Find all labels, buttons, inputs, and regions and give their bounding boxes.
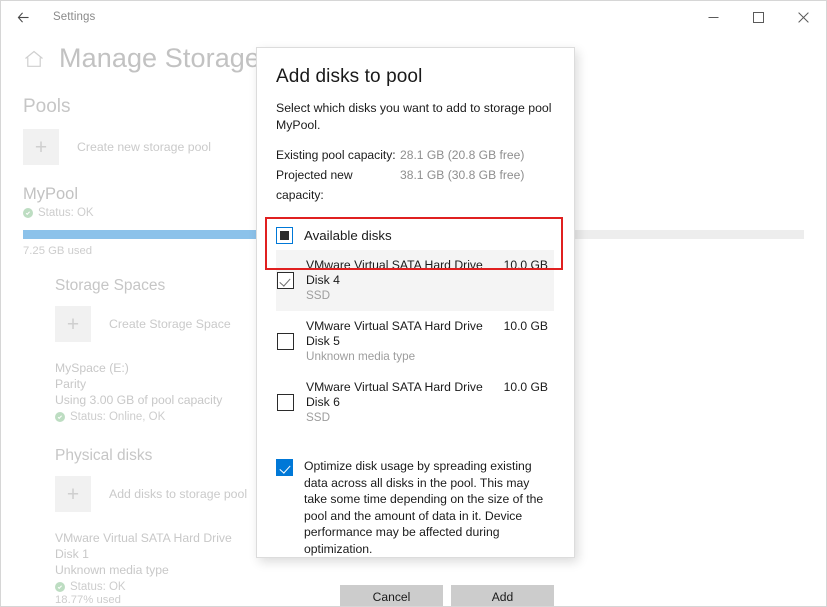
disk-checkbox[interactable]	[277, 333, 294, 350]
optimize-checkbox[interactable]	[276, 459, 293, 476]
plus-icon: +	[55, 306, 91, 342]
add-disks-to-storage-pool-label: Add disks to storage pool	[109, 487, 248, 501]
available-disks-select-all[interactable]: Available disks	[276, 227, 554, 244]
disk-media: SSD	[306, 289, 331, 302]
disk-list-item[interactable]: VMware Virtual SATA Hard Drive 10.0 GB D…	[276, 250, 554, 311]
back-arrow-icon	[17, 11, 29, 23]
minimize-button[interactable]	[691, 1, 736, 33]
optimize-disk-usage-option[interactable]: Optimize disk usage by spreading existin…	[276, 458, 554, 557]
plus-icon: +	[55, 476, 91, 512]
dialog-description: Select which disks you want to add to st…	[276, 101, 552, 132]
minimize-icon	[708, 16, 719, 18]
status-ok-icon	[55, 412, 65, 422]
disk-checkbox[interactable]	[277, 272, 294, 289]
disk-model: VMware Virtual SATA Hard Drive	[306, 380, 483, 394]
plus-icon: +	[23, 129, 59, 165]
existing-capacity-label: Existing pool capacity:	[276, 148, 396, 162]
available-disks-list: VMware Virtual SATA Hard Drive 10.0 GB D…	[276, 250, 554, 433]
create-storage-space-label: Create Storage Space	[109, 317, 231, 331]
dialog-title: Add disks to pool	[276, 66, 423, 87]
disk-list-item[interactable]: VMware Virtual SATA Hard Drive 10.0 GB D…	[276, 372, 554, 433]
create-new-storage-pool-label: Create new storage pool	[77, 140, 211, 154]
maximize-button[interactable]	[736, 1, 781, 33]
disk-media: SSD	[306, 411, 331, 424]
back-button[interactable]	[1, 1, 45, 33]
cancel-button[interactable]: Cancel	[340, 585, 443, 606]
disk-number: Disk 6	[306, 395, 340, 409]
existing-capacity-row: Existing pool capacity: 28.1 GB (20.8 GB…	[276, 145, 554, 165]
disk-model: VMware Virtual SATA Hard Drive	[306, 258, 483, 272]
disk-list-item[interactable]: VMware Virtual SATA Hard Drive 10.0 GB D…	[276, 311, 554, 372]
disk-number: Disk 4	[306, 273, 340, 287]
space-status-label: Status: Online, OK	[70, 411, 166, 423]
projected-capacity-value: 38.1 GB (30.8 GB free)	[400, 168, 525, 182]
projected-capacity-label: Projected new capacity:	[276, 168, 353, 202]
dialog-buttons: Cancel Add	[276, 585, 554, 606]
pool-status-label: Status: OK	[38, 207, 94, 219]
disk-checkbox[interactable]	[277, 394, 294, 411]
add-disks-to-pool-dialog: Add disks to pool Select which disks you…	[256, 47, 575, 606]
disk-size: 10.0 GB	[503, 258, 548, 272]
available-disks-label: Available disks	[304, 228, 392, 243]
maximize-icon	[753, 11, 764, 23]
close-icon	[798, 11, 809, 23]
status-ok-icon	[55, 582, 65, 592]
home-icon[interactable]	[23, 48, 45, 70]
disk-number: Disk 5	[306, 334, 340, 348]
status-ok-icon	[23, 208, 33, 218]
close-button[interactable]	[781, 1, 826, 33]
disk-size: 10.0 GB	[503, 319, 548, 333]
optimize-label: Optimize disk usage by spreading existin…	[304, 459, 544, 556]
physical-disk-status-label: Status: OK	[70, 581, 126, 593]
physical-disk-media: Unknown media type	[55, 563, 169, 577]
add-button[interactable]: Add	[451, 585, 554, 606]
disk-size: 10.0 GB	[503, 380, 548, 394]
existing-capacity-value: 28.1 GB (20.8 GB free)	[400, 148, 525, 162]
disk-model: VMware Virtual SATA Hard Drive	[306, 319, 483, 333]
available-disks-checkbox[interactable]	[276, 227, 293, 244]
projected-capacity-row: Projected new capacity: 38.1 GB (30.8 GB…	[276, 165, 554, 205]
disk-media: Unknown media type	[306, 350, 416, 363]
app-title: Settings	[53, 11, 96, 23]
window-controls	[691, 1, 826, 33]
settings-window: Settings Manage Storage Spaces Pools + C…	[0, 0, 827, 607]
title-bar: Settings	[1, 1, 826, 33]
